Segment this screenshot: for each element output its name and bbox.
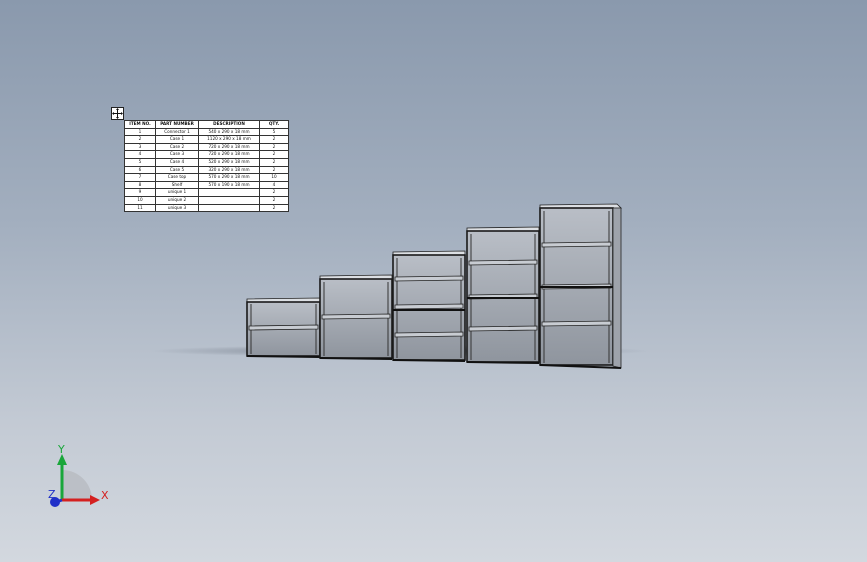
bom-cell-item: 9 — [124, 188, 156, 197]
bom-cell-qty: 2 — [259, 195, 289, 205]
bom-cell-part: Case 5 — [155, 165, 199, 175]
table-row[interactable]: 8 Shelf 570 x 190 x 18 mm 4 — [124, 180, 289, 190]
bookcase-4[interactable] — [466, 226, 540, 364]
bom-cell-item: 4 — [124, 150, 156, 159]
triad-x-label: X — [101, 489, 109, 502]
bom-cell-desc: 720 x 290 x 18 mm — [198, 150, 260, 159]
triad-y-label: Y — [57, 443, 65, 456]
table-row[interactable]: 9 unique 1 2 — [124, 188, 289, 197]
bom-cell-qty: 2 — [259, 165, 289, 175]
bom-cell-desc: 720 x 290 x 18 mm — [198, 142, 260, 152]
bom-cell-qty: 2 — [259, 188, 289, 197]
bom-header-item-no: ITEM NO. — [124, 120, 156, 129]
bom-cell-qty: 2 — [259, 150, 289, 159]
bom-header-row: ITEM NO. PART NUMBER DESCRIPTION QTY. — [124, 120, 289, 129]
bom-cell-desc — [198, 195, 260, 205]
bom-cell-desc: 320 x 290 x 18 mm — [198, 165, 260, 175]
bom-cell-desc — [198, 188, 260, 197]
bom-cell-part: unique 2 — [155, 195, 199, 205]
bom-cell-qty: 2 — [259, 203, 289, 213]
bom-cell-item: 1 — [124, 127, 156, 137]
bookcase-1[interactable] — [246, 297, 321, 358]
bom-cell-item: 10 — [124, 195, 156, 205]
table-row[interactable]: 10 unique 2 2 — [124, 195, 289, 205]
bom-cell-qty: 2 — [259, 142, 289, 152]
table-row[interactable]: 2 Case 1 1120 x 290 x 18 mm 2 — [124, 135, 289, 144]
triad-z-label: Z — [48, 488, 56, 501]
bom-cell-desc: 520 x 290 x 18 mm — [198, 157, 260, 167]
bom-cell-desc: 540 x 290 x 18 mm — [198, 127, 260, 137]
bom-cell-part: Case 2 — [155, 142, 199, 152]
bom-header-part-number: PART NUMBER — [155, 120, 199, 129]
bom-cell-part: Connector 1 — [155, 127, 199, 137]
bom-cell-part: Case 1 — [155, 135, 199, 144]
bom-cell-item: 6 — [124, 165, 156, 175]
bill-of-materials-table[interactable]: ITEM NO. PART NUMBER DESCRIPTION QTY. 1 … — [124, 120, 289, 213]
bookcase-2[interactable] — [319, 274, 393, 360]
coordinate-triad: Y X Z — [48, 443, 109, 507]
bom-cell-part: Case 3 — [155, 150, 199, 159]
bookcase-3[interactable] — [392, 250, 466, 362]
bom-cell-part: unique 1 — [155, 188, 199, 197]
bom-cell-desc: 570 x 290 x 18 mm — [198, 173, 260, 182]
bom-cell-item: 7 — [124, 173, 156, 182]
table-row[interactable]: 11 unique 3 2 — [124, 203, 289, 213]
bom-cell-item: 2 — [124, 135, 156, 144]
bom-cell-part: Case top — [155, 173, 199, 182]
bookcase-5[interactable] — [539, 203, 622, 369]
bom-cell-qty: 5 — [259, 127, 289, 137]
bom-cell-desc: 1120 x 290 x 18 mm — [198, 135, 260, 144]
table-row[interactable]: 7 Case top 570 x 290 x 18 mm 10 — [124, 173, 289, 182]
bom-cell-desc — [198, 203, 260, 213]
bom-header-description: DESCRIPTION — [198, 120, 260, 129]
bom-cell-item: 8 — [124, 180, 156, 190]
table-row[interactable]: 5 Case 4 520 x 290 x 18 mm 2 — [124, 157, 289, 167]
bom-header-qty: QTY. — [259, 120, 289, 129]
bom-cell-qty: 4 — [259, 180, 289, 190]
bom-cell-item: 11 — [124, 203, 156, 213]
bom-cell-qty: 2 — [259, 157, 289, 167]
bom-cell-part: unique 3 — [155, 203, 199, 213]
bookcase-assembly-model[interactable] — [0, 0, 867, 562]
bom-cell-qty: 2 — [259, 135, 289, 144]
bom-cell-item: 3 — [124, 142, 156, 152]
table-row[interactable]: 4 Case 3 720 x 290 x 18 mm 2 — [124, 150, 289, 159]
triad-plane-shading — [62, 470, 92, 500]
table-row[interactable]: 1 Connector 1 540 x 290 x 18 mm 5 — [124, 127, 289, 137]
bom-cell-qty: 10 — [259, 173, 289, 182]
bom-cell-part: Case 4 — [155, 157, 199, 167]
table-row[interactable]: 6 Case 5 320 x 290 x 18 mm 2 — [124, 165, 289, 175]
bom-cell-desc: 570 x 190 x 18 mm — [198, 180, 260, 190]
move-arrows-icon[interactable] — [111, 107, 124, 120]
bom-cell-item: 5 — [124, 157, 156, 167]
bom-cell-part: Shelf — [155, 180, 199, 190]
table-row[interactable]: 3 Case 2 720 x 290 x 18 mm 2 — [124, 142, 289, 152]
triad-x-arrow — [90, 495, 100, 505]
graphics-viewport[interactable]: ITEM NO. PART NUMBER DESCRIPTION QTY. 1 … — [0, 0, 867, 562]
